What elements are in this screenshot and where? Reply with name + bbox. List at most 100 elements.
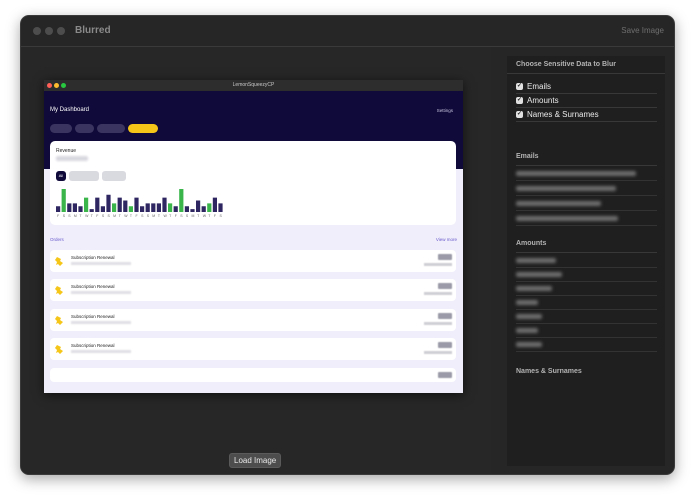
chart-bar — [196, 200, 201, 212]
checkbox-checked-icon[interactable]: ✓ — [516, 82, 523, 90]
revenue-card: Revenue All FSSMTWTFSSMTWTFSSMTWTFSSMTWT… — [50, 141, 456, 225]
chart-day-label: T — [90, 214, 93, 218]
blurred-email — [516, 201, 601, 206]
chart-day-label: F — [135, 214, 138, 218]
option-label: Names & Surnames — [527, 109, 599, 119]
email-entry — [516, 211, 657, 226]
chart-day-labels: FSSMTWTFSSMTWTFSSMTWTFSSMTWTFS — [56, 214, 224, 219]
chart-day-label: F — [213, 214, 217, 218]
order-amount-blurred — [438, 313, 452, 319]
order-email-blurred — [71, 291, 131, 294]
chart-day-label: T — [208, 214, 211, 218]
email-entry — [516, 196, 657, 211]
chart-day-label: T — [118, 214, 121, 218]
filter-chip-all: All — [56, 171, 66, 181]
amount-entry — [516, 337, 657, 352]
chart-day-label: T — [79, 214, 82, 218]
order-amount-blurred — [438, 342, 452, 348]
blurred-amount — [516, 258, 556, 263]
chart-day-label: M — [191, 214, 195, 218]
checkbox-checked-icon[interactable]: ✓ — [516, 110, 523, 118]
amount-entry — [516, 309, 657, 324]
chart-day-label: S — [219, 214, 222, 218]
blurred-email — [516, 186, 616, 191]
option-label: Emails — [527, 81, 552, 91]
order-date-blurred — [424, 292, 452, 295]
chart-bar — [151, 203, 156, 212]
chart-bar — [89, 209, 94, 212]
settings-link: Settings — [436, 108, 453, 113]
chart-day-label: W — [124, 214, 128, 218]
chart-bar — [201, 206, 206, 212]
amounts-section-title: Amounts — [516, 240, 547, 247]
order-row: Subscription Renewal — [50, 279, 456, 301]
chart-bar — [67, 203, 72, 212]
image-canvas: LemonSqueezyCP My Dashboard Settings Rev… — [21, 47, 491, 474]
email-entry — [516, 166, 657, 181]
chart-day-label: T — [157, 214, 161, 218]
blurred-email — [516, 216, 618, 221]
chart-bar — [84, 197, 89, 212]
order-row: Subscription Renewal — [50, 338, 456, 360]
order-amount-blurred — [438, 372, 452, 378]
divider — [516, 121, 657, 122]
option-names-surnames[interactable]: ✓ Names & Surnames — [516, 108, 599, 120]
order-title: Subscription Renewal — [71, 314, 115, 319]
chart-day-label: T — [169, 214, 172, 218]
view-more-link: View more — [435, 237, 457, 242]
blurred-amount — [516, 272, 562, 277]
divider — [507, 73, 665, 74]
save-image-button[interactable]: Save Image — [621, 26, 664, 35]
chart-bar — [72, 203, 77, 212]
blurred-email — [516, 171, 636, 176]
order-row-partial — [50, 368, 456, 382]
order-title: Subscription Renewal — [71, 255, 115, 260]
chart-day-label: S — [141, 214, 144, 218]
amount-entry — [516, 253, 657, 268]
image-preview: LemonSqueezyCP My Dashboard Settings Rev… — [44, 80, 463, 393]
checkbox-checked-icon[interactable]: ✓ — [516, 96, 523, 104]
chart-bar — [134, 197, 139, 212]
chart-day-label: T — [197, 214, 200, 218]
chart-bar — [212, 197, 217, 212]
blurred-amount — [516, 342, 542, 347]
amount-entry — [516, 267, 657, 282]
chart-day-label: S — [101, 214, 105, 218]
chart-bar — [162, 197, 167, 212]
chart-bar — [61, 189, 66, 212]
chart-day-label: F — [57, 214, 60, 218]
close-window-button[interactable] — [33, 27, 41, 35]
minimize-window-button[interactable] — [45, 27, 53, 35]
amount-entry — [516, 281, 657, 296]
order-date-blurred — [424, 322, 452, 325]
order-row: Subscription Renewal — [50, 309, 456, 331]
chart-day-label: S — [68, 214, 71, 218]
load-image-button[interactable]: Load Image — [229, 453, 282, 468]
chart-bar — [100, 206, 105, 212]
dashboard-title: My Dashboard — [50, 107, 90, 113]
chart-bar — [168, 203, 173, 212]
chart-bar — [56, 206, 61, 212]
chart-bar — [140, 206, 145, 212]
chart-bar — [128, 206, 133, 212]
amount-entry — [516, 295, 657, 310]
order-row: Subscription Renewal — [50, 250, 456, 272]
preview-app-title: LemonSqueezyCP — [232, 82, 275, 88]
chart-bar — [156, 203, 161, 212]
chart-bar — [95, 197, 100, 212]
order-amount-blurred — [438, 254, 452, 260]
range-chip — [75, 124, 94, 133]
option-amounts[interactable]: ✓ Amounts — [516, 94, 559, 106]
zoom-window-button[interactable] — [57, 27, 65, 35]
range-chip-selected — [128, 124, 158, 133]
order-email-blurred — [71, 350, 131, 353]
order-date-blurred — [424, 263, 452, 266]
orders-label: Orders — [50, 237, 64, 242]
lemon-icon — [55, 257, 63, 266]
choose-data-title: Choose Sensitive Data to Blur — [516, 61, 616, 68]
chart-bar — [184, 206, 189, 212]
email-entry — [516, 181, 657, 196]
chart-bar — [207, 203, 212, 212]
option-emails[interactable]: ✓ Emails — [516, 80, 551, 92]
chart-bar — [112, 203, 117, 212]
